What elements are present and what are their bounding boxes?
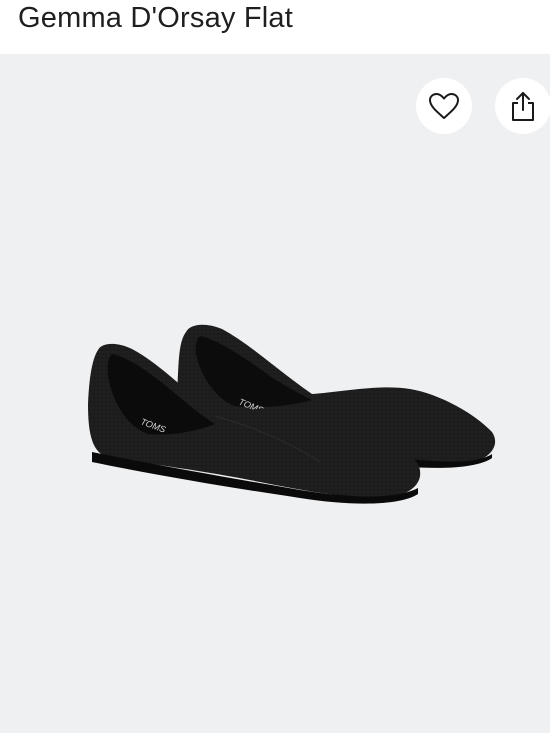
heart-icon xyxy=(429,93,459,119)
product-image: TOMS TOMS xyxy=(88,324,500,504)
page-header: Gemma D'Orsay Flat xyxy=(0,0,550,54)
share-icon xyxy=(512,92,534,121)
share-button[interactable] xyxy=(495,78,550,134)
product-image-area[interactable]: TOMS TOMS xyxy=(0,54,550,733)
product-title: Gemma D'Orsay Flat xyxy=(18,2,294,34)
favorite-button[interactable] xyxy=(416,78,472,134)
